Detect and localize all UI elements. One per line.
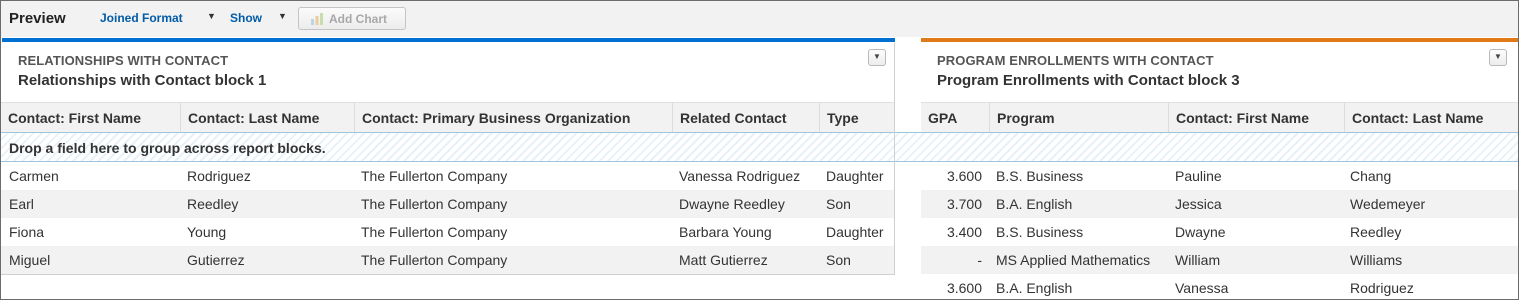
relationships-block-header: RELATIONSHIPS WITH CONTACT Relationships… xyxy=(2,38,895,102)
cell-last-name: Young xyxy=(187,224,227,240)
cell-last-name: Rodriguez xyxy=(1350,280,1414,296)
right-block-title: Program Enrollments with Contact block 3 xyxy=(937,72,1240,89)
left-block-right-border xyxy=(894,43,895,275)
right-block-menu-button[interactable]: ▼ xyxy=(1489,49,1507,66)
dropzone-label: Drop a field here to group across report… xyxy=(9,140,326,156)
cell-first-name: Pauline xyxy=(1175,168,1222,184)
left-block-accent-bar xyxy=(2,38,895,42)
cell-type: Son xyxy=(826,252,851,268)
column-header-contact-last-name[interactable]: Contact: Last Name xyxy=(180,103,354,133)
cell-first-name: Dwayne xyxy=(1175,224,1226,240)
show-dropdown[interactable]: Show xyxy=(230,11,262,25)
cell-related-contact: Barbara Young xyxy=(679,224,772,240)
cell-gpa: 3.400 xyxy=(946,224,982,240)
table-row: Miguel Gutierrez The Fullerton Company M… xyxy=(1,246,894,274)
cell-first-name: Earl xyxy=(9,196,34,212)
left-column-header-row: Contact: First Name Contact: Last Name C… xyxy=(1,102,895,133)
cell-gpa: 3.700 xyxy=(946,196,982,212)
cell-organization: The Fullerton Company xyxy=(361,224,508,240)
cell-organization: The Fullerton Company xyxy=(361,168,508,184)
preview-title: Preview xyxy=(9,10,66,27)
table-row: Fiona Young The Fullerton Company Barbar… xyxy=(1,218,894,246)
joined-format-dropdown[interactable]: Joined Format xyxy=(100,11,183,25)
table-row: 3.700 B.A. English Jessica Wedemeyer xyxy=(921,190,1518,218)
table-row: 3.600 B.A. English Vanessa Rodriguez xyxy=(921,274,1518,299)
left-block-title: Relationships with Contact block 1 xyxy=(18,72,267,89)
cell-gpa: 3.600 xyxy=(946,280,982,296)
cell-last-name: Reedley xyxy=(187,196,239,212)
cell-related-contact: Dwayne Reedley xyxy=(679,196,785,212)
cell-first-name: Fiona xyxy=(9,224,45,240)
cell-last-name: Williams xyxy=(1350,252,1403,268)
cell-gpa: 3.600 xyxy=(946,168,982,184)
table-row: 3.400 B.S. Business Dwayne Reedley xyxy=(921,218,1518,246)
cell-last-name: Rodriguez xyxy=(187,168,251,184)
add-chart-button[interactable]: Add Chart xyxy=(298,7,406,30)
cell-first-name: Jessica xyxy=(1175,196,1222,212)
cell-type: Daughter xyxy=(826,168,884,184)
group-across-blocks-dropzone[interactable]: Drop a field here to group across report… xyxy=(1,132,1518,162)
cell-organization: The Fullerton Company xyxy=(361,196,508,212)
cell-organization: The Fullerton Company xyxy=(361,252,508,268)
cell-related-contact: Matt Gutierrez xyxy=(679,252,768,268)
show-chevron-down-icon[interactable]: ▼ xyxy=(278,11,287,21)
right-block-kicker: PROGRAM ENROLLMENTS WITH CONTACT xyxy=(937,53,1214,68)
preview-toolbar: Preview Joined Format ▼ Show ▼ Add Chart xyxy=(1,1,1518,37)
cell-type: Son xyxy=(826,196,851,212)
left-block-menu-button[interactable]: ▼ xyxy=(868,49,886,66)
cell-program: B.A. English xyxy=(996,196,1073,212)
column-header-contact-first-name[interactable]: Contact: First Name xyxy=(1,103,180,133)
column-header-type[interactable]: Type xyxy=(819,103,895,133)
cell-program: B.S. Business xyxy=(996,168,1084,184)
joined-format-chevron-down-icon[interactable]: ▼ xyxy=(207,11,216,21)
column-header-gpa[interactable]: GPA xyxy=(921,103,988,133)
column-header-right-contact-last-name[interactable]: Contact: Last Name xyxy=(1344,103,1518,133)
column-header-right-contact-first-name[interactable]: Contact: First Name xyxy=(1168,103,1344,133)
column-header-primary-business-organization[interactable]: Contact: Primary Business Organization xyxy=(354,103,672,133)
cell-last-name: Gutierrez xyxy=(187,252,245,268)
cell-related-contact: Vanessa Rodriguez xyxy=(679,168,801,184)
left-block-menu-chevron-down-icon: ▼ xyxy=(873,52,881,61)
left-block-bottom-border xyxy=(1,274,895,275)
cell-gpa: - xyxy=(977,252,982,268)
cell-program: MS Applied Mathematics xyxy=(996,252,1151,268)
table-row: Earl Reedley The Fullerton Company Dwayn… xyxy=(1,190,894,218)
column-header-program[interactable]: Program xyxy=(989,103,1168,133)
column-header-related-contact[interactable]: Related Contact xyxy=(672,103,819,133)
cell-first-name: William xyxy=(1175,252,1221,268)
table-row: 3.600 B.S. Business Pauline Chang xyxy=(921,162,1518,190)
program-enrollments-block-header: PROGRAM ENROLLMENTS WITH CONTACT Program… xyxy=(921,38,1518,102)
right-column-header-row: GPA Program Contact: First Name Contact:… xyxy=(921,102,1518,133)
cell-last-name: Reedley xyxy=(1350,224,1402,240)
right-block-accent-bar xyxy=(921,38,1518,42)
block-gap xyxy=(895,37,921,299)
bar-chart-icon xyxy=(311,13,323,25)
cell-program: B.S. Business xyxy=(996,224,1084,240)
right-block-menu-chevron-down-icon: ▼ xyxy=(1494,52,1502,61)
cell-last-name: Wedemeyer xyxy=(1350,196,1426,212)
table-row: - MS Applied Mathematics William William… xyxy=(921,246,1518,274)
add-chart-label: Add Chart xyxy=(329,12,387,26)
cell-type: Daughter xyxy=(826,224,884,240)
cell-program: B.A. English xyxy=(996,280,1073,296)
cell-first-name: Carmen xyxy=(9,168,59,184)
cell-first-name: Vanessa xyxy=(1175,280,1229,296)
cell-first-name: Miguel xyxy=(9,252,51,268)
cell-last-name: Chang xyxy=(1350,168,1392,184)
report-preview-panel: Preview Joined Format ▼ Show ▼ Add Chart… xyxy=(0,0,1519,300)
table-row: Carmen Rodriguez The Fullerton Company V… xyxy=(1,162,894,190)
left-block-kicker: RELATIONSHIPS WITH CONTACT xyxy=(18,53,229,68)
